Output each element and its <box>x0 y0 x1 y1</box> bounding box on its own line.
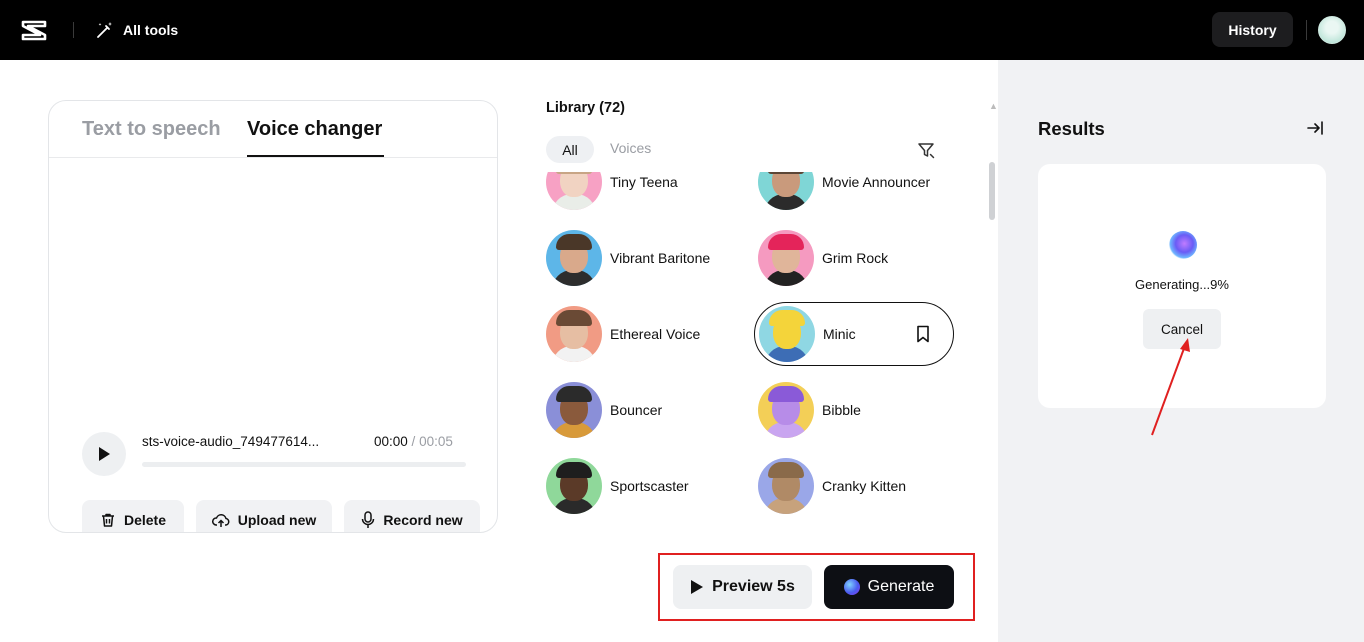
upload-new-label: Upload new <box>237 512 317 528</box>
voice-avatar <box>546 458 602 514</box>
voice-item[interactable]: Minic <box>754 302 954 366</box>
generating-status: Generating...9% <box>1135 277 1229 292</box>
filter-all-chip[interactable]: All <box>546 136 594 163</box>
voice-name: Minic <box>823 326 856 342</box>
results-title: Results <box>1038 118 1105 139</box>
cloud-upload-icon <box>211 514 230 527</box>
divider <box>73 22 74 38</box>
voice-item[interactable]: Ethereal Voice <box>546 302 700 366</box>
history-button[interactable]: History <box>1212 12 1293 47</box>
bookmark-icon[interactable] <box>915 325 931 343</box>
voice-name: Tiny Teena <box>610 174 678 190</box>
library-title: Library (72) <box>546 100 625 116</box>
upload-new-button[interactable]: Upload new <box>196 500 332 532</box>
audio-progress-bar[interactable] <box>142 462 466 467</box>
capcut-logo-icon[interactable] <box>20 17 48 43</box>
tab-voice-changer[interactable]: Voice changer <box>247 118 382 141</box>
voice-avatar <box>546 172 602 210</box>
generating-orb-icon <box>1169 231 1197 259</box>
play-button[interactable] <box>82 432 126 476</box>
voice-name: Cranky Kitten <box>822 478 907 494</box>
library-scrollbar-thumb[interactable] <box>989 162 995 220</box>
voice-avatar <box>546 230 602 286</box>
divider <box>1306 20 1307 40</box>
voice-avatar <box>758 382 814 438</box>
voice-name: Grim Rock <box>822 250 889 266</box>
delete-button[interactable]: Delete <box>82 500 184 532</box>
collapse-panel-icon[interactable] <box>1306 119 1324 137</box>
waveform-graphic <box>144 199 404 375</box>
voice-avatar <box>546 306 602 362</box>
annotation-arrow <box>1151 338 1190 436</box>
voice-name: Bouncer <box>610 402 663 418</box>
all-tools-button[interactable]: All tools <box>95 18 178 42</box>
voice-item[interactable]: Cranky Kitten <box>758 454 906 518</box>
scroll-up-arrow[interactable]: ▲ <box>989 101 998 111</box>
preview-button[interactable]: Preview 5s <box>673 565 812 609</box>
play-icon <box>99 447 110 461</box>
voice-avatar <box>758 458 814 514</box>
voice-changer-card: Text to speech Voice changer sts-voice-a… <box>48 100 498 533</box>
voice-name: Movie Announcer <box>822 174 931 190</box>
voice-item[interactable]: Tiny Teena <box>546 172 678 214</box>
voice-name: Ethereal Voice <box>610 326 701 342</box>
duration: 00:05 <box>419 434 453 449</box>
voice-item[interactable]: Vibrant Baritone <box>546 226 710 290</box>
play-icon <box>691 580 704 594</box>
generate-label: Generate <box>867 578 935 595</box>
voice-name: Sportscaster <box>610 478 689 494</box>
user-avatar[interactable] <box>1318 16 1346 44</box>
voice-library-grid: Tiny Teena Movie Announcer Vibrant Bariton… <box>540 172 985 534</box>
filter-icon[interactable] <box>916 140 936 160</box>
voice-item[interactable]: Movie Announcer <box>758 172 930 214</box>
current-time: 00:00 <box>374 434 408 449</box>
mode-tabs: Text to speech Voice changer <box>49 101 497 158</box>
tab-text-to-speech[interactable]: Text to speech <box>82 118 221 141</box>
magic-wand-icon <box>97 22 112 38</box>
active-tab-indicator <box>247 155 384 157</box>
generate-button[interactable]: Generate <box>824 565 954 609</box>
voice-avatar <box>758 230 814 286</box>
audio-filename: sts-voice-audio_749477614... <box>142 434 320 449</box>
all-tools-label: All tools <box>123 22 179 38</box>
filter-voices-chip[interactable]: Voices <box>610 140 651 156</box>
generate-orb-icon <box>843 579 860 595</box>
record-new-label: Record new <box>383 512 463 528</box>
voice-name: Vibrant Baritone <box>610 250 711 266</box>
voice-avatar <box>759 306 815 362</box>
audio-time: 00:00 / 00:05 <box>374 434 453 449</box>
voice-avatar <box>758 172 814 210</box>
time-separator: / <box>407 434 420 449</box>
voice-item[interactable]: Bibble <box>758 378 861 442</box>
voice-avatar <box>546 382 602 438</box>
record-new-button[interactable]: Record new <box>344 500 480 532</box>
preview-label: Preview 5s <box>712 578 795 595</box>
voice-item[interactable]: Sportscaster <box>546 454 689 518</box>
delete-label: Delete <box>123 512 167 528</box>
voice-item[interactable]: Bouncer <box>546 378 662 442</box>
top-bar: All tools History <box>0 0 1364 60</box>
voice-item[interactable]: Grim Rock <box>758 226 888 290</box>
trash-icon <box>101 513 114 527</box>
microphone-icon <box>362 511 375 528</box>
voice-name: Bibble <box>822 402 861 418</box>
